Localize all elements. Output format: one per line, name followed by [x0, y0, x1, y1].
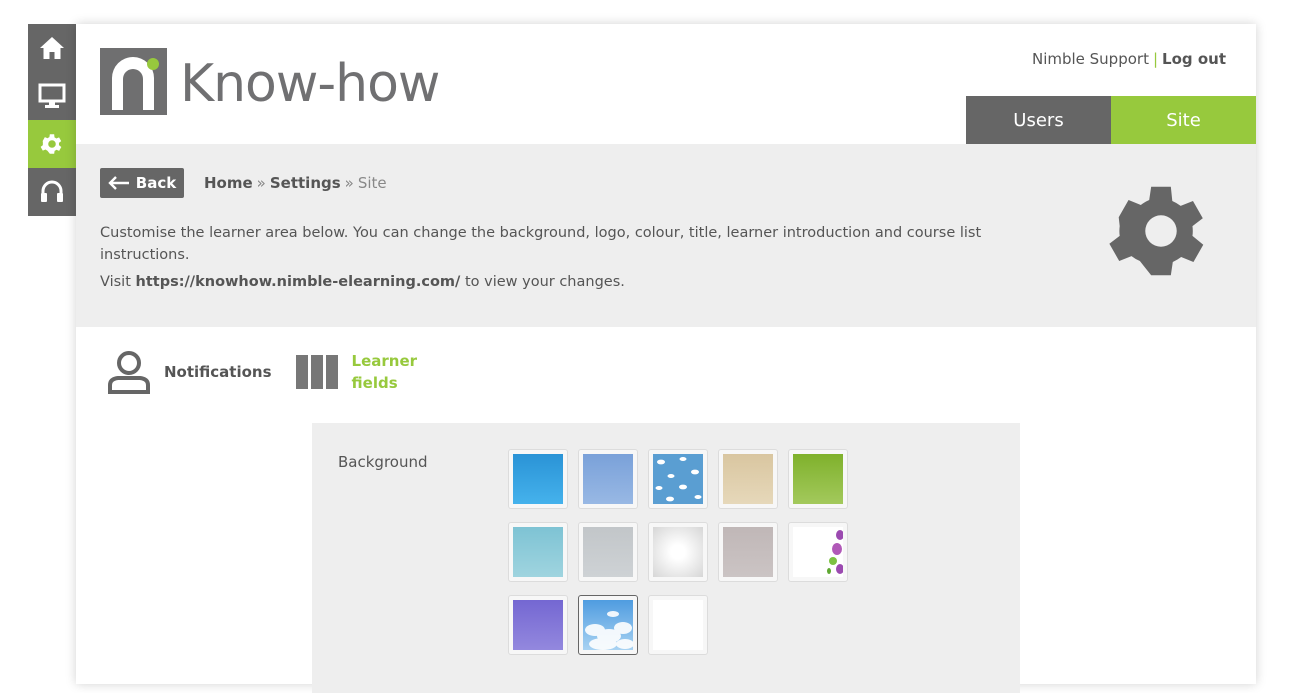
rail-settings-button[interactable] — [28, 120, 80, 168]
logo-text: Know-how — [180, 54, 440, 114]
site-url-link[interactable]: https://knowhow.nimble-elearning.com/ — [136, 274, 461, 290]
user-name: Nimble Support — [1031, 50, 1149, 68]
background-settings-panel: Background — [312, 423, 1020, 693]
swatch-white-radial[interactable] — [648, 522, 708, 582]
side-rail — [28, 24, 80, 216]
swatch-sky[interactable] — [578, 595, 638, 655]
gear-icon — [40, 134, 62, 154]
swatch-clouds-pattern[interactable] — [648, 449, 708, 509]
swatch-fill — [723, 527, 773, 577]
home-icon — [40, 37, 64, 59]
sky-image — [583, 600, 633, 650]
swatch-bubbles[interactable] — [788, 522, 848, 582]
swatch-white[interactable] — [648, 595, 708, 655]
visit-prefix: Visit — [100, 274, 131, 290]
account-links: Nimble Support | Log out — [1032, 50, 1226, 68]
main-card: Know-how Nimble Support | Log out Users Si… — [76, 24, 1256, 693]
back-button[interactable]: Back — [100, 168, 184, 198]
back-label: Back — [135, 174, 177, 192]
visit-suffix: to view your changes. — [464, 274, 625, 290]
monitor-icon — [38, 83, 66, 108]
tab-site[interactable]: Site — [1111, 96, 1256, 148]
separator: | — [1152, 50, 1159, 68]
swatch-blue[interactable] — [508, 449, 568, 509]
logo-mark — [100, 48, 167, 115]
background-swatches — [508, 449, 848, 655]
breadcrumb: Home» Settings» Site — [204, 174, 387, 192]
swatch-aqua[interactable] — [508, 522, 568, 582]
learner-fields-line1: Learner — [351, 352, 418, 370]
swatch-silver[interactable] — [578, 522, 638, 582]
rail-display-button[interactable] — [28, 72, 76, 120]
columns-icon — [295, 355, 338, 389]
clouds-pattern-image — [653, 454, 703, 504]
rail-home-button[interactable] — [28, 24, 76, 72]
arrow-left-icon — [108, 176, 129, 190]
swatch-fill — [513, 527, 563, 577]
swatch-sand[interactable] — [718, 449, 778, 509]
swatch-fill — [793, 454, 843, 504]
settings-subnav: Notifications Learner fields — [106, 350, 417, 394]
breadcrumb-settings[interactable]: Settings — [270, 174, 341, 192]
visit-text: Visit https://knowhow.nimble-elearning.c… — [100, 274, 625, 290]
person-icon — [108, 351, 150, 394]
breadcrumb-home[interactable]: Home — [204, 174, 253, 192]
intro-text: Customise the learner area below. You ca… — [100, 225, 982, 263]
swatch-fill — [513, 454, 563, 504]
breadcrumb-current: Site — [357, 174, 387, 192]
swatch-taupe[interactable] — [718, 522, 778, 582]
logo-n-icon — [112, 57, 159, 110]
swatch-periwinkle[interactable] — [578, 449, 638, 509]
swatch-fill — [653, 600, 703, 650]
breadcrumb-sep: » — [344, 174, 354, 192]
swatch-fill — [513, 600, 563, 650]
headset-icon — [41, 180, 63, 202]
subnav-learner-fields[interactable]: Learner fields — [295, 350, 418, 394]
logout-link[interactable]: Log out — [1162, 50, 1226, 68]
swatch-fill — [723, 454, 773, 504]
main-tabs: Users Site — [966, 96, 1256, 148]
settings-gear-icon — [1109, 186, 1204, 276]
breadcrumb-sep: » — [256, 174, 266, 192]
background-label: Background — [338, 453, 428, 471]
swatch-violet[interactable] — [508, 595, 568, 655]
notifications-label: Notifications — [164, 363, 272, 381]
page-intro-band: Back Home» Settings» Site Customise the le… — [76, 144, 1256, 327]
swatch-green[interactable] — [788, 449, 848, 509]
swatch-fill — [583, 527, 633, 577]
swatch-fill — [583, 454, 633, 504]
learner-fields-line2: fields — [351, 374, 398, 392]
subnav-notifications[interactable]: Notifications — [106, 350, 272, 394]
tab-users[interactable]: Users — [966, 96, 1111, 144]
swatch-fill — [653, 527, 703, 577]
rail-support-button[interactable] — [28, 168, 76, 216]
bubbles-pattern-image — [793, 527, 843, 577]
learner-fields-label: Learner fields — [352, 350, 418, 394]
